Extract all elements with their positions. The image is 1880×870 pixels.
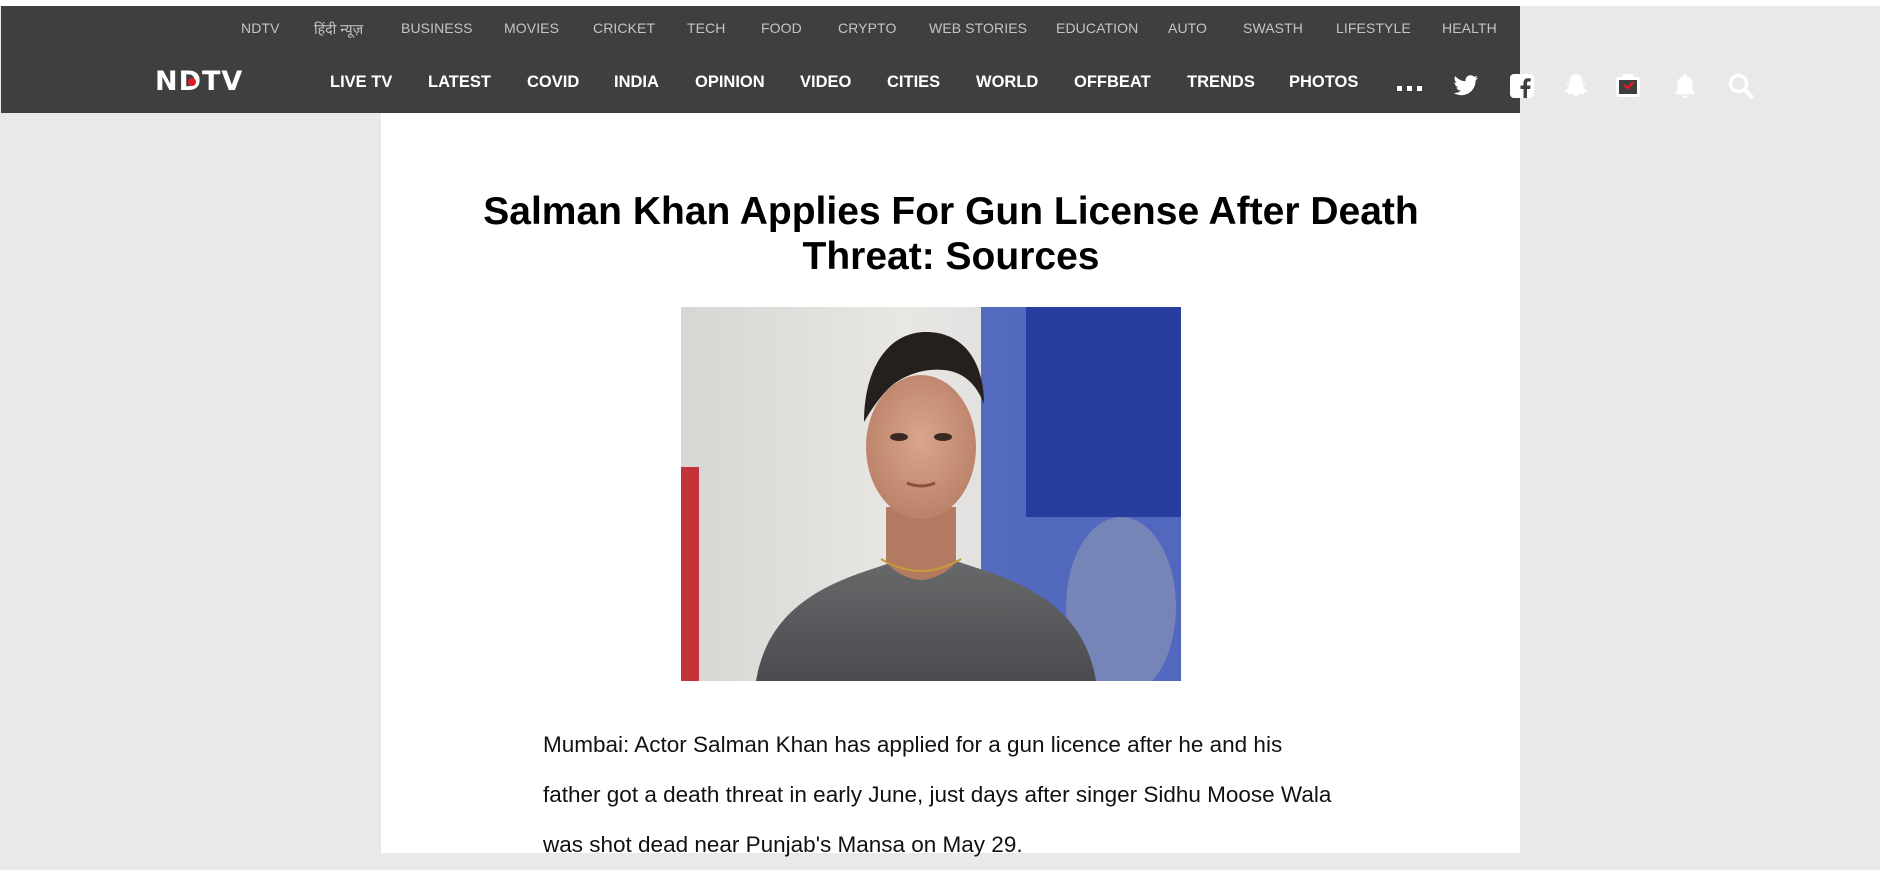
subnav-item-hindi-news[interactable]: हिंदी न्यूज़	[314, 20, 363, 39]
article-hero-image	[681, 307, 1181, 681]
nav-item-india[interactable]: INDIA	[614, 73, 659, 92]
ndtv-logo[interactable]: NDTV	[155, 68, 243, 95]
subnav-item-auto[interactable]: AUTO	[1168, 20, 1207, 36]
nav-item-world[interactable]: WORLD	[976, 73, 1038, 92]
subnav-item-tech[interactable]: TECH	[687, 20, 726, 36]
search-icon[interactable]	[1726, 71, 1756, 101]
nav-item-video[interactable]: VIDEO	[800, 73, 851, 92]
nav-item-cities[interactable]: CITIES	[887, 73, 940, 92]
secondary-nav: NDTV हिंदी न्यूज़ BUSINESS MOVIES CRICKE…	[1, 6, 1520, 50]
subnav-item-health[interactable]: HEALTH	[1442, 20, 1497, 36]
nav-item-offbeat[interactable]: OFFBEAT	[1074, 73, 1151, 92]
nav-item-trends[interactable]: TRENDS	[1187, 73, 1255, 92]
subnav-item-movies[interactable]: MOVIES	[504, 20, 559, 36]
snapchat-icon[interactable]	[1561, 71, 1591, 101]
site-header: NDTV हिंदी न्यूज़ BUSINESS MOVIES CRICKE…	[1, 6, 1754, 113]
subnav-item-cricket[interactable]: CRICKET	[593, 20, 655, 36]
subnav-item-ndtv[interactable]: NDTV	[241, 20, 280, 36]
facebook-icon[interactable]	[1507, 71, 1537, 101]
nav-item-live-tv[interactable]: LIVE TV	[330, 73, 392, 92]
subnav-item-food[interactable]: FOOD	[761, 20, 802, 36]
nav-item-photos[interactable]: PHOTOS	[1289, 73, 1358, 92]
ndtv-app-icon[interactable]	[1613, 71, 1643, 101]
more-icon[interactable]	[1397, 86, 1425, 92]
subnav-item-business[interactable]: BUSINESS	[401, 20, 473, 36]
logo-dot	[188, 78, 196, 86]
notification-bell-icon[interactable]	[1670, 71, 1700, 101]
article-body-paragraph: Mumbai: Actor Salman Khan has applied fo…	[543, 732, 1332, 857]
subnav-item-web-stories[interactable]: WEB STORIES	[929, 20, 1027, 36]
article-container: Salman Khan Applies For Gun License Afte…	[381, 113, 1520, 857]
nav-item-opinion[interactable]: OPINION	[695, 73, 765, 92]
subnav-item-swasth[interactable]: SWASTH	[1243, 20, 1303, 36]
article-headline: Salman Khan Applies For Gun License Afte…	[483, 190, 1419, 278]
twitter-icon[interactable]	[1450, 71, 1480, 101]
nav-item-latest[interactable]: LATEST	[428, 73, 491, 92]
nav-item-covid[interactable]: COVID	[527, 73, 579, 92]
subnav-item-lifestyle[interactable]: LIFESTYLE	[1336, 20, 1411, 36]
primary-nav: NDTV LIVE TV LATEST COVID INDIA OPINION …	[1, 50, 1754, 113]
subnav-item-crypto[interactable]: CRYPTO	[838, 20, 896, 36]
subnav-item-education[interactable]: EDUCATION	[1056, 20, 1138, 36]
logo-text: NDTV	[155, 66, 244, 97]
